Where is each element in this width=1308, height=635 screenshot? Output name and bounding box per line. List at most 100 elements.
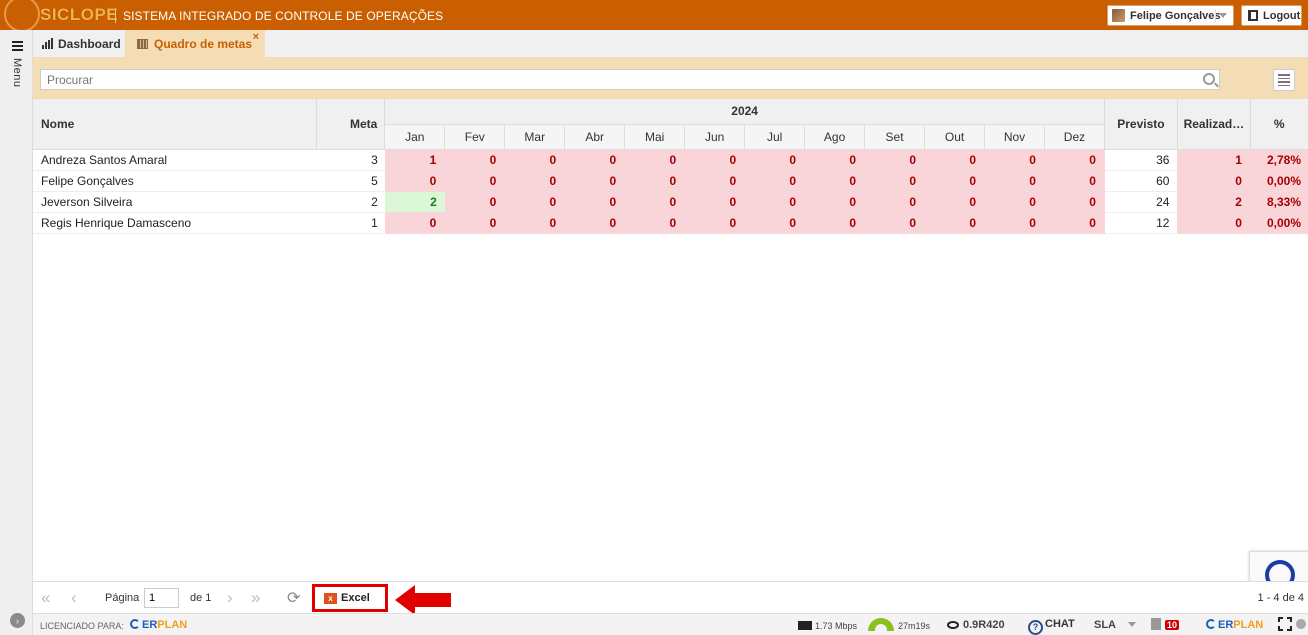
column-header-month[interactable]: Ago [804,124,866,150]
logout-label: Logout [1263,9,1301,22]
avatar [1112,9,1125,22]
cell-month: 0 [504,191,566,213]
goals-table: Nome Meta 2024 Previsto Realizad… % Jan F… [33,99,1308,234]
menu-label[interactable]: Menu [11,58,23,88]
gauge-icon [868,618,894,631]
column-header-month[interactable]: Nov [984,124,1045,150]
cell-previsto: 36 [1104,149,1178,171]
cell-month: 0 [384,212,446,234]
version-label: 0.9R420 [947,619,1005,631]
erplan-logo-right-plan: PLAN [1233,619,1264,631]
cell-realizado: 0 [1177,212,1251,234]
cell-nome: Regis Henrique Damasceno [33,212,317,234]
cell-month: 0 [804,212,866,234]
tab-bar: Dashboard Quadro de metas × [33,30,1308,57]
column-header-previsto[interactable]: Previsto [1104,99,1178,150]
cell-month: 0 [924,191,986,213]
cell-month: 0 [1044,170,1105,192]
title-separator [115,9,116,23]
cell-month: 0 [984,191,1045,213]
cell-month: 0 [684,212,746,234]
first-page-icon[interactable]: « [41,588,50,608]
close-icon[interactable]: × [253,31,259,43]
cell-month: 0 [744,212,806,234]
licensed-label: LICENCIADO PARA: [40,621,124,631]
table-row[interactable]: Andreza Santos Amaral 3 1 0 0 0 0 0 0 0 0 0 0 0 36 1 2,7… [33,149,1308,171]
pagination-bar: « ‹ Página de 1 › » ⟳ x Excel 1 - 4 de 4 [33,581,1308,615]
list-options-button[interactable] [1273,69,1295,91]
cell-month: 0 [564,212,626,234]
logo-text: SICLOPE [40,5,119,24]
fullscreen-icon[interactable] [1278,617,1292,631]
notifications[interactable]: 10 [1151,618,1180,631]
chat-button[interactable]: ? CHAT [1028,618,1075,635]
system-name: SISTEMA INTEGRADO DE CONTROLE DE OPERAÇÕ… [123,9,444,23]
table-row[interactable]: Jeverson Silveira 2 2 0 0 0 0 0 0 0 0 0 0 0 24 2 8,33% [33,191,1308,213]
chat-icon: ? [1028,620,1043,635]
cell-month: 0 [864,212,926,234]
globe-icon[interactable] [1296,619,1306,629]
column-header-realizado[interactable]: Realizad… [1177,99,1251,150]
column-header-month[interactable]: Abr [564,124,626,150]
column-header-month[interactable]: Jan [384,124,446,150]
page-total-label: de 1 [190,592,212,604]
cell-month: 0 [564,170,626,192]
tab-quadro-de-metas[interactable]: Quadro de metas × [125,30,265,57]
logout-icon [1248,10,1258,21]
cell-month: 0 [444,149,506,171]
cell-month: 0 [504,149,566,171]
cell-month: 0 [444,191,506,213]
network-speed-value: 1.73 Mbps [815,621,858,631]
table-row[interactable]: Regis Henrique Damasceno 1 0 0 0 0 0 0 0 0 0 0 0 0 12 0… [33,212,1308,234]
tab-dashboard[interactable]: Dashboard [33,30,125,57]
refresh-icon[interactable]: ⟳ [287,588,300,608]
user-name: Felipe Gonçalves [1130,9,1221,22]
column-header-meta[interactable]: Meta [316,99,386,150]
column-header-month[interactable]: Set [864,124,926,150]
last-page-icon[interactable]: » [251,588,260,608]
column-header-month[interactable]: Jul [744,124,806,150]
logout-button[interactable]: Logout [1241,5,1302,26]
sla-dropdown[interactable]: SLA [1094,619,1136,631]
column-header-month[interactable]: Mai [624,124,686,150]
column-header-month[interactable]: Mar [504,124,566,150]
version-value: 0.9R420 [963,619,1005,631]
column-header-month[interactable]: Jun [684,124,746,150]
column-header-nome[interactable]: Nome [33,99,318,150]
bar-chart-icon [42,38,53,49]
hamburger-menu-icon[interactable] [12,41,23,53]
cell-month: 0 [444,170,506,192]
column-header-percent[interactable]: % [1250,99,1308,150]
cell-realizado: 1 [1177,149,1251,171]
cell-month: 0 [444,212,506,234]
search-input[interactable] [40,69,1220,90]
page-number-input[interactable] [144,588,179,608]
cell-month: 2 [384,191,445,213]
side-menu-strip: Menu [0,30,33,635]
excel-label: Excel [341,592,370,604]
erplan-logo-right: ERPLAN [1206,619,1263,631]
cell-meta: 3 [316,149,385,171]
expand-arrow-icon[interactable]: › [10,613,25,628]
cell-month: 0 [864,149,926,171]
tab-quadro-label: Quadro de metas [154,36,253,51]
column-header-month[interactable]: Dez [1044,124,1105,150]
next-page-icon[interactable]: › [227,588,233,608]
cell-month: 0 [624,149,686,171]
excel-export-button[interactable]: x Excel [312,584,388,612]
prev-page-icon[interactable]: ‹ [71,588,77,608]
cell-percent: 0,00% [1250,170,1308,192]
user-menu-divider [1215,9,1216,22]
column-header-month[interactable]: Fev [444,124,506,150]
search-icon[interactable] [1203,73,1215,85]
user-menu-button[interactable]: Felipe Gonçalves [1107,5,1234,26]
record-count: 1 - 4 de 4 [1257,592,1304,604]
table-row[interactable]: Felipe Gonçalves 5 0 0 0 0 0 0 0 0 0 0 0 0 60 0 0,00% [33,170,1308,192]
app-logo: SICLOPE [4,0,118,32]
cell-previsto: 60 [1104,170,1178,192]
erplan-logo: ERPLAN [130,619,187,631]
column-header-month[interactable]: Out [924,124,986,150]
cell-month: 0 [744,170,806,192]
cell-meta: 5 [316,170,385,192]
cell-month: 0 [1044,212,1105,234]
